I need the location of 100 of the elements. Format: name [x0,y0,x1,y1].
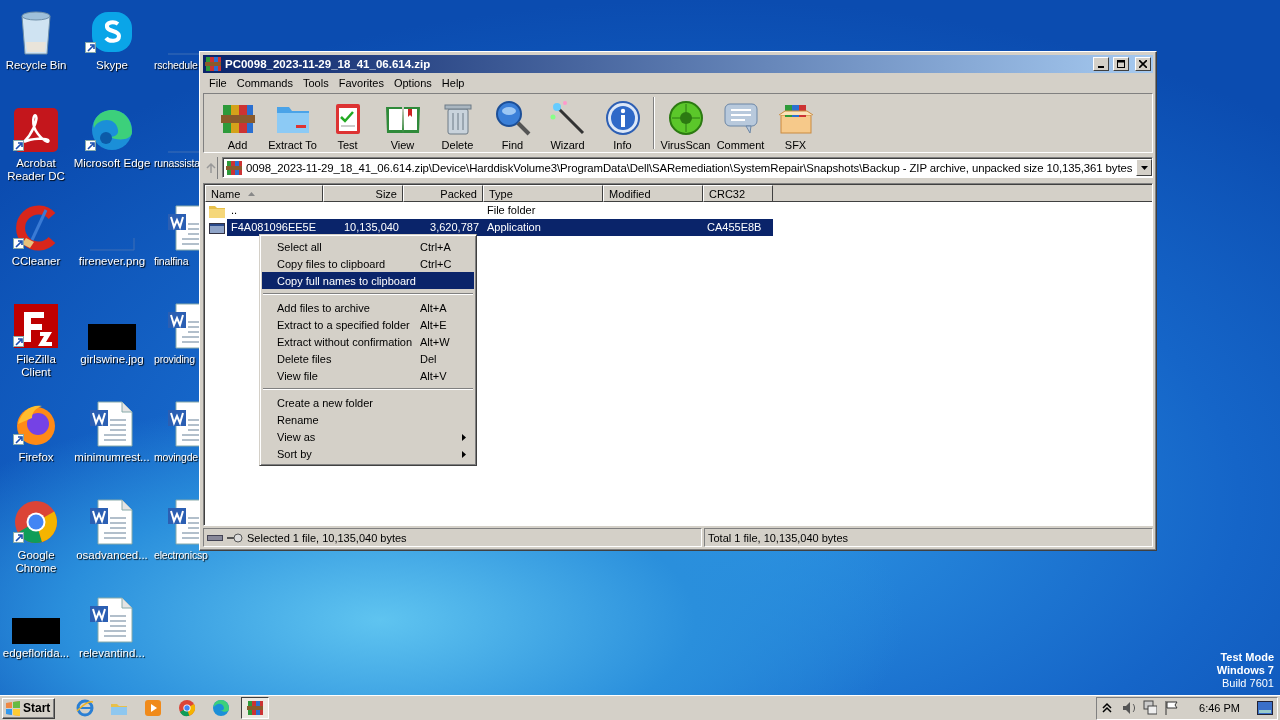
icon-label[interactable]: girlswine.jpg [80,353,144,366]
file-name[interactable]: .. [227,202,323,219]
table-cell-text: Application [486,220,542,235]
icon-label[interactable]: finalfina [154,255,189,268]
archive-icon [205,56,221,72]
icon-label[interactable]: Recycle Bin [3,59,69,72]
menu-item[interactable]: Delete files Del [262,350,474,367]
icon-label[interactable]: movingde [154,451,198,464]
menu-item[interactable]: Favorites [333,76,389,89]
dropdown-arrow-icon [1140,165,1148,170]
clock[interactable]: 6:46 PM [1199,702,1240,714]
menu-item[interactable]: Add files to archive Alt+A [262,299,474,316]
app-icon[interactable] [12,302,60,350]
icon-label[interactable]: FileZilla Client [3,353,69,379]
menu-item[interactable]: Extract without confirmation Alt+W [262,333,474,350]
menu-item[interactable]: Sort by [262,445,474,462]
os-watermark-text: Test Mode [1220,651,1274,664]
file-name[interactable]: F4A081096EE5E [227,219,323,236]
speaker-icon[interactable] [1122,700,1137,716]
icon-label[interactable]: firenever.png [78,255,146,268]
toolbar-button[interactable]: View [375,97,430,151]
table-cell-text: 3,620,787 [429,220,480,235]
minimize-button[interactable] [1093,57,1109,71]
taskbar-app-button[interactable] [241,697,270,719]
maximize-button[interactable] [1113,57,1129,71]
dropdown-button[interactable] [1136,159,1153,176]
icon-label[interactable]: runassista [154,157,200,170]
icon-label[interactable]: Google Chrome [3,549,69,575]
toolbar-button[interactable]: Wizard [540,97,595,151]
icon-label[interactable]: providing [154,353,195,366]
column-header[interactable]: Packed [403,185,483,202]
maximize-icon [1117,60,1125,68]
menu-item[interactable]: View as [262,428,474,445]
key-icon [227,532,243,543]
window-title: PC0098_2023-11-29_18_41_06.614.zip [225,58,432,70]
icon-label[interactable]: Firefox [18,451,54,464]
icon-label[interactable]: rschedule [154,59,198,72]
drive-icon [207,533,223,542]
icon-label[interactable]: Skype [96,59,128,72]
toolbar-button[interactable]: Find [485,97,540,151]
table-cell-text: File folder [486,203,537,218]
menu-item[interactable]: Rename [262,411,474,428]
os-watermark-text: Build 7601 [1222,677,1274,690]
menu-item[interactable]: Options [388,76,437,89]
toolbar-button[interactable]: Extract To [265,97,320,151]
toolbar-button[interactable]: Comment [713,97,768,151]
app-icon[interactable] [12,106,60,154]
menu-item[interactable]: Commands [231,76,298,89]
os-watermark-text: Windows 7 [1216,664,1274,677]
address-text: 0098_2023-11-29_18_41_06.614.zip\Device\HarddiskVolume3\ProgramData\Dell\SARemediation\SystemRepair\Snapshots\Backup - ZIP archive, unpacked size 10,135,361 bytes [246,161,1133,174]
word-document-icon[interactable] [88,498,136,546]
status-text: Total 1 file, 10,135,040 bytes [708,531,849,544]
find-icon [493,99,532,137]
column-header[interactable]: Modified [603,185,703,202]
menu-item[interactable]: Create a new folder [262,394,474,411]
column-header[interactable]: Size [323,185,403,202]
toolbar-button[interactable]: Add [210,97,265,151]
icon-label[interactable]: edgeflorida... [2,647,70,660]
icon-label[interactable]: Microsoft Edge [73,157,151,170]
word-document-icon[interactable] [88,400,136,448]
close-icon [1139,60,1147,68]
menu-item[interactable]: Copy full names to clipboard [262,272,474,289]
flag-icon[interactable] [1164,700,1179,716]
close-button[interactable] [1135,57,1151,71]
icon-label[interactable]: Acrobat Reader DC [3,157,69,183]
column-header[interactable]: CRC32 [703,185,773,202]
menu-item[interactable]: Select all Ctrl+A [262,238,474,255]
menu-item[interactable]: Copy files to clipboard Ctrl+C [262,255,474,272]
chrome-icon [178,699,197,717]
menu-item[interactable]: Help [436,76,470,89]
menu-item[interactable]: File [204,76,232,89]
start-button[interactable]: Start [2,697,56,719]
menu-item[interactable]: View file Alt+V [262,367,474,384]
toolbar-button[interactable]: SFX [768,97,823,151]
menu-item[interactable]: Tools [298,76,334,89]
ie-icon [76,699,95,717]
table-cell-text: 10,135,040 [342,220,400,235]
virus-icon [666,99,705,137]
menu-item[interactable]: Extract to a specified folder Alt+E [262,316,474,333]
selected-row[interactable]: F4A081096EE5E 10,135,040 3,620,787 Application CA455E8B [227,219,773,236]
status-text: Selected 1 file, 10,135,040 bytes [247,531,407,544]
toolbar-button[interactable]: Test [320,97,375,151]
show-desktop-icon[interactable] [1257,701,1273,715]
toolbar-button[interactable]: Info [595,97,650,151]
word-document-icon[interactable] [88,596,136,644]
table-cell-text: CA455E8B [706,220,763,235]
archive-icon [226,159,242,176]
app-icon[interactable] [12,498,60,546]
network-icon[interactable] [1143,700,1158,716]
windows-logo-icon [5,700,21,716]
toolbar-button[interactable]: Delete [430,97,485,151]
column-header[interactable]: Type [483,185,603,202]
toolbar-button[interactable]: VirusScan [658,97,713,151]
column-header[interactable]: Name [205,185,323,202]
folder-icon [209,203,225,218]
address-field[interactable]: 0098_2023-11-29_18_41_06.614.zip\Device\HarddiskVolume3\ProgramData\Dell\SARemediation\SystemRepair\Snapshots\Backup - ZIP archive, unpacked size 10,135,361 bytes [222,157,1154,178]
minimize-icon [1098,66,1104,68]
edge-icon [212,699,231,717]
icon-label[interactable]: minimumrest... [74,451,150,464]
icon-label[interactable]: CCleaner [11,255,61,268]
